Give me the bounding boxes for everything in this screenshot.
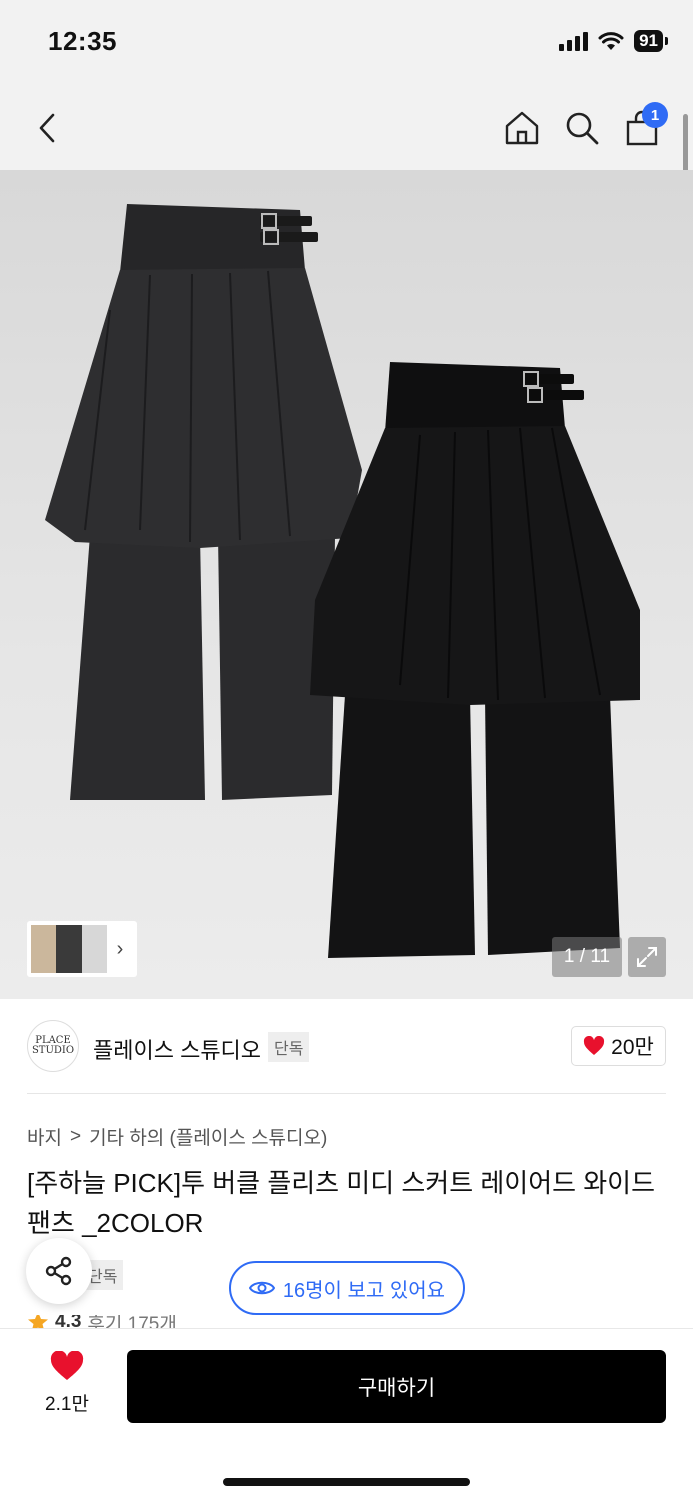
product-title: [주하늘 PICK]투 버클 플리츠 미디 스커트 레이어드 와이드 팬츠 _2… bbox=[27, 1168, 656, 1238]
share-button[interactable] bbox=[26, 1238, 92, 1304]
cart-button[interactable]: 1 bbox=[614, 86, 670, 170]
expand-image-button[interactable] bbox=[628, 937, 666, 977]
thumbnail-image[interactable] bbox=[31, 925, 107, 973]
share-icon bbox=[45, 1256, 72, 1286]
viewers-text: 16명이 보고 있어요 bbox=[282, 1279, 446, 1302]
review-count[interactable]: 후기 175개 bbox=[87, 1315, 176, 1329]
brand-like-button[interactable]: 20만 bbox=[571, 1026, 666, 1066]
status-icons: 91 bbox=[559, 28, 668, 54]
battery-indicator: 91 bbox=[634, 30, 668, 52]
brand-row[interactable]: PLACE STUDIO 플레이스 스튜디오 단독 20만 bbox=[0, 999, 693, 1094]
brand-name[interactable]: 플레이스 스튜디오 bbox=[93, 1033, 261, 1065]
search-icon bbox=[566, 112, 599, 145]
heart-icon bbox=[584, 1036, 605, 1055]
breadcrumb-separator-icon: > bbox=[69, 1125, 82, 1147]
wifi-icon bbox=[598, 32, 624, 50]
search-button[interactable] bbox=[554, 86, 610, 170]
rating-score: 4.3 bbox=[55, 1315, 82, 1329]
breadcrumb: 바지 > 기타 하의 (플레이스 스튜디오) bbox=[27, 1123, 327, 1150]
breadcrumb-subcategory[interactable]: 기타 하의 (플레이스 스튜디오) bbox=[89, 1123, 327, 1150]
home-button[interactable] bbox=[494, 86, 550, 170]
star-icon bbox=[28, 1315, 48, 1329]
thumbnail-strip[interactable]: › bbox=[27, 921, 137, 977]
divider bbox=[27, 1093, 666, 1094]
home-indicator[interactable] bbox=[223, 1478, 470, 1486]
buy-button[interactable]: 구매하기 bbox=[127, 1350, 666, 1423]
garment-right bbox=[310, 362, 640, 958]
viewers-indicator: 16명이 보고 있어요 bbox=[229, 1261, 465, 1315]
breadcrumb-category[interactable]: 바지 bbox=[27, 1123, 62, 1150]
chevron-right-icon[interactable]: › bbox=[107, 938, 133, 961]
product-photo bbox=[45, 204, 640, 958]
exclusive-badge: 단독 bbox=[268, 1032, 310, 1062]
image-page-counter: 1 / 11 bbox=[552, 937, 622, 977]
bottom-action-bar: 2.1만 구매하기 bbox=[0, 1328, 693, 1500]
back-button[interactable] bbox=[19, 86, 75, 170]
status-bar: 12:35 91 bbox=[0, 0, 693, 86]
eye-icon bbox=[248, 1281, 275, 1295]
heart-icon bbox=[50, 1351, 84, 1380]
cart-count-badge: 1 bbox=[642, 102, 668, 128]
brand-like-count: 20만 bbox=[611, 1036, 654, 1059]
expand-icon bbox=[637, 947, 657, 967]
signal-icon bbox=[559, 31, 589, 51]
brand-logo[interactable]: PLACE STUDIO bbox=[27, 1020, 79, 1072]
wishlist-count: 2.1만 bbox=[45, 1394, 89, 1415]
top-nav: 1 bbox=[0, 86, 693, 170]
product-image-gallery[interactable]: › 1 / 11 bbox=[0, 170, 693, 999]
status-time: 12:35 bbox=[48, 26, 117, 56]
chevron-left-icon bbox=[39, 113, 55, 143]
wishlist-button[interactable]: 2.1만 bbox=[27, 1351, 107, 1427]
rating-row[interactable]: 4.3 후기 175개 bbox=[27, 1315, 177, 1329]
home-icon bbox=[505, 111, 539, 145]
garment-left bbox=[45, 204, 362, 800]
